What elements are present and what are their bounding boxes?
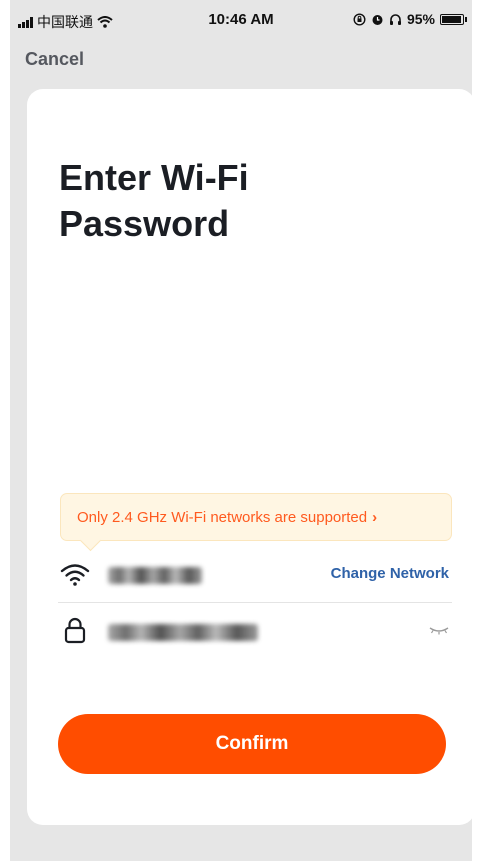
network-name-redacted	[108, 567, 202, 584]
app-screen: 中国联通 10:46 AM 95% Cancel Enter Wi-Fi Pas…	[10, 0, 472, 861]
status-bar: 中国联通 10:46 AM 95%	[10, 0, 472, 38]
row-divider	[58, 602, 452, 603]
network-row: Change Network	[60, 550, 452, 600]
page-title: Enter Wi-Fi Password	[59, 157, 249, 244]
password-row[interactable]	[60, 605, 452, 655]
chevron-right-icon: ›	[372, 508, 378, 526]
frequency-notice[interactable]: Only 2.4 GHz Wi-Fi networks are supporte…	[60, 493, 452, 552]
status-right: 95%	[353, 11, 467, 27]
battery-icon	[440, 13, 467, 25]
headphones-icon	[389, 13, 401, 25]
notice-pointer	[79, 529, 102, 552]
cancel-button[interactable]: Cancel	[25, 49, 84, 70]
wifi-setup-card: Enter Wi-Fi Password Only 2.4 GHz Wi-Fi …	[27, 89, 472, 825]
change-network-button[interactable]: Change Network	[331, 565, 449, 582]
password-field-redacted[interactable]	[108, 624, 258, 641]
battery-percent: 95%	[406, 11, 435, 27]
alarm-icon	[372, 14, 383, 25]
battery-level	[442, 15, 461, 23]
wifi-icon	[60, 564, 90, 586]
eye-closed-icon[interactable]	[428, 622, 450, 638]
lock-icon	[64, 617, 86, 644]
notice-text: Only 2.4 GHz Wi-Fi networks are supporte…	[77, 508, 368, 526]
orientation-lock-icon	[353, 12, 366, 26]
confirm-button[interactable]: Confirm	[58, 714, 446, 774]
